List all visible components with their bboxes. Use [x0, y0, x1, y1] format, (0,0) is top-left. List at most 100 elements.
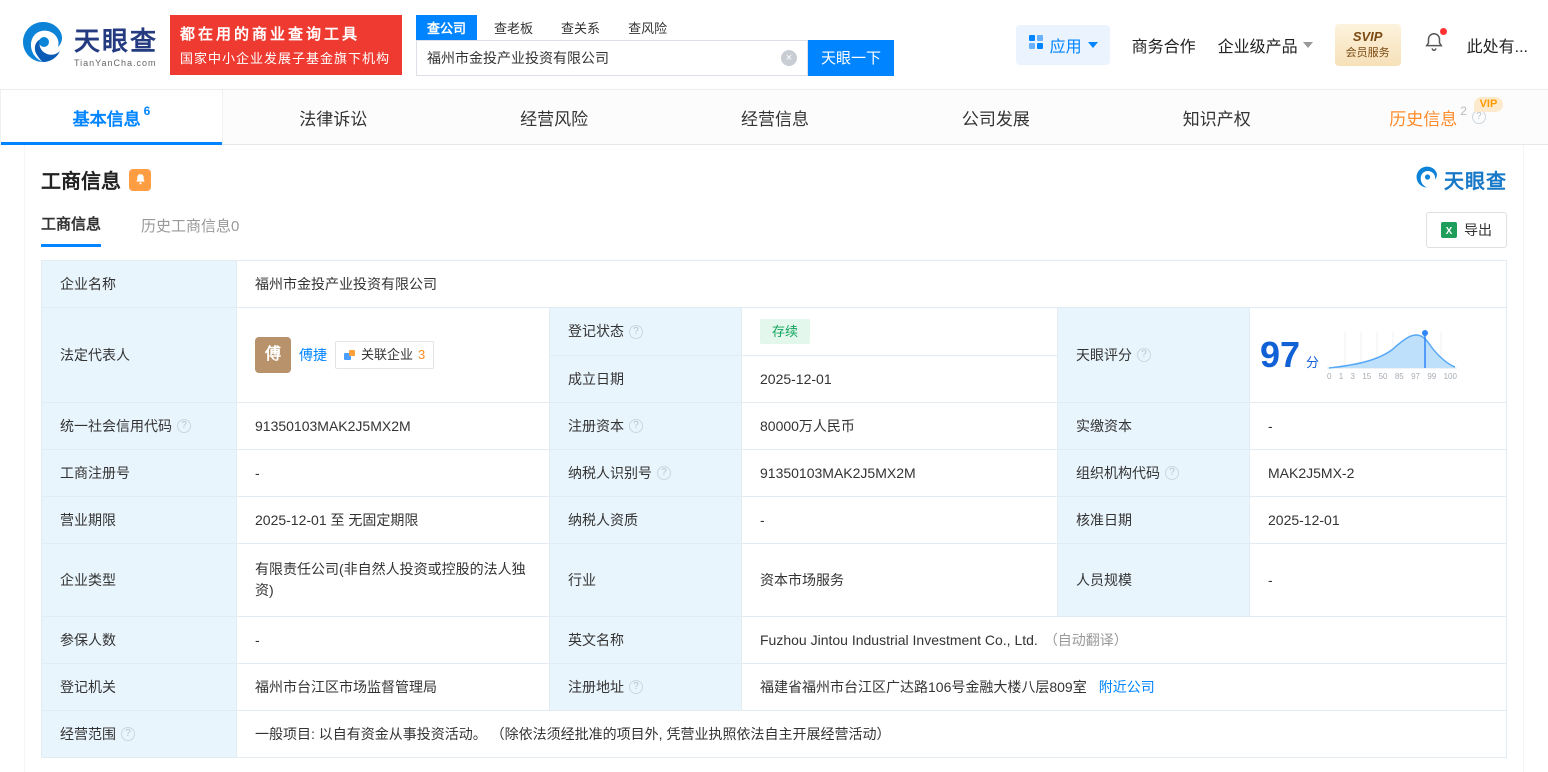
tab-label: 公司发展	[961, 109, 1030, 129]
help-icon[interactable]: ?	[657, 466, 671, 480]
tab-history-info[interactable]: VIP 历史信息 2 ?	[1327, 90, 1548, 144]
legal-rep-cell: 傅 傅捷 关联企业 3	[237, 308, 550, 403]
help-icon[interactable]: ?	[1471, 110, 1486, 124]
tyc-score-cell[interactable]: 97 分 01 3 15 50 85 97 99 100	[1250, 308, 1507, 403]
search-tab-company[interactable]: 查公司	[416, 14, 478, 40]
tab-legal-litigation[interactable]: 法律诉讼	[223, 90, 444, 144]
tab-label: 法律诉讼	[299, 109, 368, 129]
legal-rep-avatar[interactable]: 傅	[255, 337, 291, 373]
search-tab-relation[interactable]: 查关系	[550, 15, 611, 40]
field-label: 成立日期	[550, 356, 742, 403]
paid-capital-value: -	[1250, 403, 1507, 450]
section-title: 工商信息	[41, 171, 121, 193]
tab-count: 2	[1460, 104, 1467, 118]
field-label: 工商注册号	[42, 450, 237, 497]
field-label-text: 登记状态	[568, 323, 624, 339]
related-companies-button[interactable]: 关联企业 3	[335, 341, 435, 369]
auto-translate-note: （自动翻译）	[1043, 631, 1128, 648]
help-icon[interactable]: ?	[1165, 466, 1179, 480]
enterprise-products-link[interactable]: 企业级产品	[1218, 33, 1313, 57]
apps-label: 应用	[1049, 38, 1082, 56]
subtab-business-info[interactable]: 工商信息	[41, 213, 102, 247]
help-icon[interactable]: ?	[177, 419, 191, 433]
export-button[interactable]: X 导出	[1426, 212, 1507, 248]
svip-member-button[interactable]: SVIP 会员服务	[1334, 23, 1401, 66]
business-info-card: 工商信息 天眼查 工商信息 历史工商信息0 X 导出 企业名称 福州市金投产业投…	[24, 145, 1524, 772]
brand-logo[interactable]: 天眼查 TianYanCha.com	[20, 19, 158, 70]
insured-count-value: -	[237, 617, 550, 664]
svg-text:X: X	[1446, 226, 1453, 237]
tab-label: 经营信息	[741, 109, 809, 129]
tab-label: 知识产权	[1182, 109, 1251, 129]
tianyancha-logo-icon	[20, 19, 66, 70]
apps-button[interactable]: 应用	[1015, 24, 1110, 65]
field-label: 注册地址 ?	[550, 664, 742, 711]
score-distribution-chart: 01 3 15 50 85 97 99 100	[1326, 328, 1457, 383]
field-label: 法定代表人	[42, 308, 237, 403]
business-info-table: 企业名称 福州市金投产业投资有限公司 法定代表人 傅 傅捷 关联企业 3 登记状…	[41, 260, 1507, 758]
brand-domain: TianYanCha.com	[74, 58, 157, 68]
tab-business-info[interactable]: 经营信息	[665, 90, 886, 144]
search-tab-risk[interactable]: 查风险	[617, 15, 678, 40]
field-label: 统一社会信用代码 ?	[42, 403, 237, 450]
tab-company-development[interactable]: 公司发展	[885, 90, 1106, 144]
field-label-text: 纳税人识别号	[568, 464, 652, 481]
field-label: 参保人数	[42, 617, 237, 664]
field-label: 营业期限	[42, 497, 237, 544]
search-area: 查公司 查老板 查关系 查风险 × 天眼一下	[416, 14, 895, 76]
establish-date-value: 2025-12-01	[742, 356, 1058, 403]
field-label: 实缴资本	[1058, 403, 1250, 450]
search-input[interactable]	[427, 49, 782, 66]
search-input-box: ×	[416, 39, 809, 76]
help-icon[interactable]: ?	[121, 727, 135, 741]
subscribe-bell-button[interactable]	[129, 168, 151, 191]
tab-label: 基本信息	[72, 109, 141, 129]
score-axis: 01 3 15 50 85 97 99 100	[1326, 371, 1457, 381]
reg-status-cell: 存续	[742, 308, 1058, 356]
reg-address-cell: 福建省福州市台江区广达路106号金融大楼八层809室 附近公司	[742, 664, 1507, 711]
site-header: 天眼查 TianYanCha.com 都在用的商业查询工具 国家中小企业发展子基…	[0, 0, 1548, 90]
chevron-down-icon	[1087, 41, 1098, 48]
field-label: 天眼评分 ?	[1058, 308, 1250, 403]
clear-search-icon[interactable]: ×	[781, 49, 798, 66]
excel-icon: X	[1441, 222, 1457, 238]
promo-banner: 都在用的商业查询工具 国家中小企业发展子基金旗下机构	[170, 14, 403, 75]
business-cooperation-link[interactable]: 商务合作	[1132, 33, 1196, 57]
tab-basic-info[interactable]: 基本信息 6	[0, 90, 223, 145]
watermark-text: 天眼查	[1444, 171, 1507, 193]
header-right: 应用 商务合作 企业级产品 SVIP 会员服务 此处有...	[1015, 23, 1528, 66]
tab-operating-risk[interactable]: 经营风险	[444, 90, 665, 144]
field-label: 注册资本 ?	[550, 403, 742, 450]
field-label-text: 注册地址	[568, 678, 624, 695]
search-button[interactable]: 天眼一下	[808, 39, 895, 76]
vip-badge: VIP	[1473, 97, 1504, 112]
field-label: 核准日期	[1058, 497, 1250, 544]
company-name-value: 福州市金投产业投资有限公司	[237, 261, 1507, 308]
taxpayer-qual-value: -	[742, 497, 1058, 544]
search-tab-boss[interactable]: 查老板	[483, 15, 544, 40]
svip-line2: 会员服务	[1345, 47, 1390, 59]
field-label-text: 组织机构代码	[1076, 464, 1160, 481]
help-icon[interactable]: ?	[1137, 348, 1151, 362]
tianyancha-logo-icon	[1415, 165, 1439, 194]
field-label-text: 经营范围	[60, 725, 116, 742]
reg-capital-value: 80000万人民币	[742, 403, 1058, 450]
legal-rep-name-link[interactable]: 傅捷	[299, 345, 327, 366]
business-term-value: 2025-12-01 至 无固定期限	[237, 497, 550, 544]
help-icon[interactable]: ?	[629, 419, 643, 433]
subtab-history-business-info[interactable]: 历史工商信息0	[141, 215, 239, 246]
taxpayer-id-value: 91350103MAK2J5MX2M	[742, 450, 1058, 497]
field-label: 组织机构代码 ?	[1058, 450, 1250, 497]
reg-number-value: -	[237, 450, 550, 497]
field-label: 行业	[550, 544, 742, 617]
bell-icon	[1423, 31, 1445, 58]
bell-icon	[135, 174, 145, 185]
help-icon[interactable]: ?	[629, 680, 643, 694]
user-account[interactable]: 此处有...	[1467, 33, 1528, 57]
watermark-logo: 天眼查	[1415, 165, 1507, 194]
tab-intellectual-property[interactable]: 知识产权	[1106, 90, 1327, 144]
nearby-companies-link[interactable]: 附近公司	[1099, 677, 1155, 698]
help-icon[interactable]: ?	[629, 324, 643, 339]
search-tabs: 查公司 查老板 查关系 查风险	[416, 14, 894, 40]
notification-bell-button[interactable]	[1423, 28, 1447, 58]
